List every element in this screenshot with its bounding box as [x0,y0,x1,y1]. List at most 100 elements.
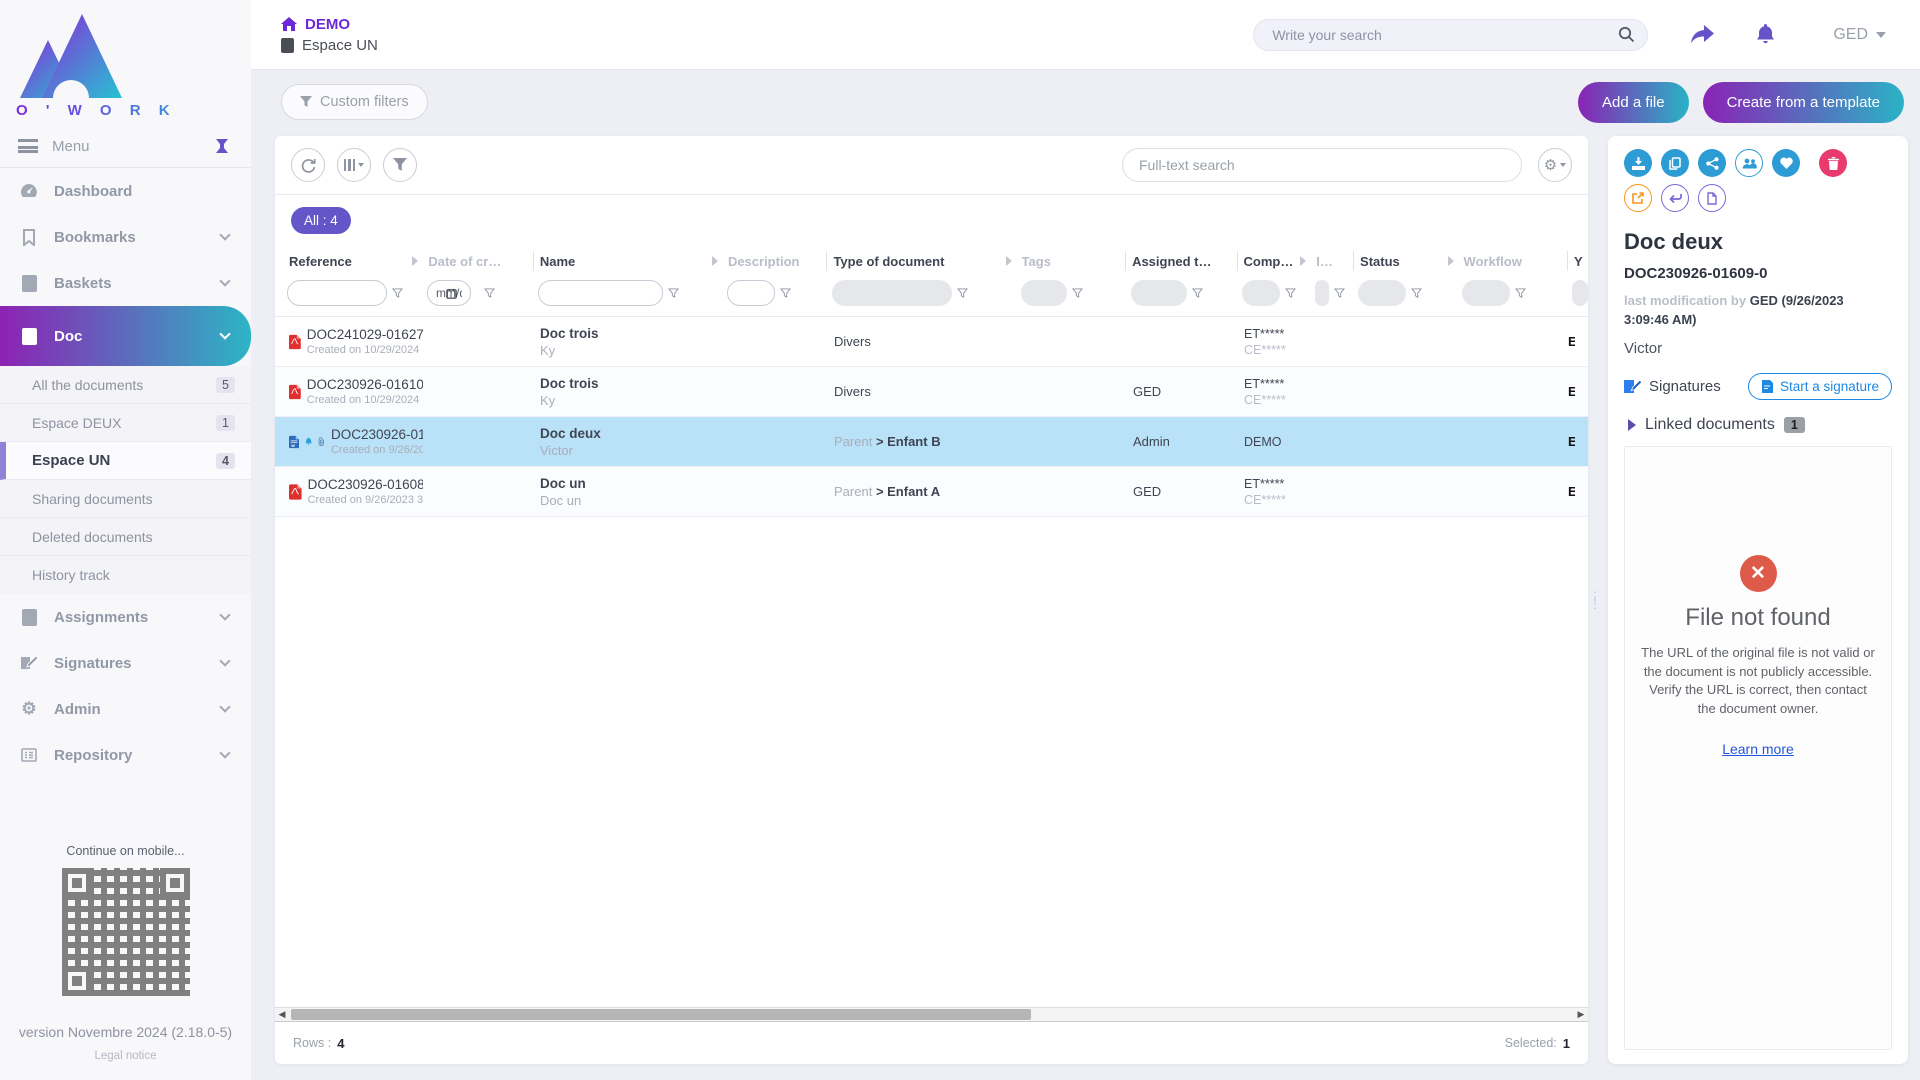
bell-icon[interactable] [1756,24,1775,45]
users-button[interactable] [1735,149,1763,177]
copy-button[interactable] [1661,149,1689,177]
fulltext-search-input[interactable] [1139,157,1505,173]
table-row-selected[interactable]: W DOC230926-01609-0 Created on 9/26/2023… [275,417,1588,467]
sidebar-item-doc[interactable]: Doc [0,306,251,366]
funnel-icon[interactable] [1192,288,1203,299]
sidebar-item-label: Admin [54,701,101,718]
filter-description-input[interactable] [727,280,775,306]
column-header-company[interactable]: Comp… [1238,251,1311,271]
submenu-all-documents[interactable]: All the documents 5 [0,366,251,404]
funnel-icon[interactable] [1072,288,1083,299]
file-preview-card: ✕ File not found The URL of the original… [1624,446,1892,1050]
funnel-icon[interactable] [392,288,403,299]
count-badge: 5 [216,377,235,393]
filter-button[interactable] [383,148,417,182]
search-icon[interactable] [1618,26,1635,43]
sidebar-item-admin[interactable]: ⚙ Admin [0,686,251,732]
pdf-file-icon [289,381,301,403]
learn-more-link[interactable]: Learn more [1722,741,1794,757]
table-footer: Rows : 4 Selected: 1 [275,1022,1588,1064]
user-menu[interactable]: GED [1833,26,1886,44]
document-preview-button[interactable] [1698,184,1726,212]
column-header-description[interactable]: Description [722,251,827,271]
funnel-icon[interactable] [780,288,791,299]
global-search-input[interactable] [1272,27,1618,43]
breadcrumb: DEMO Espace UN [281,16,378,54]
sidebar-item-baskets[interactable]: Baskets [0,260,251,306]
sidebar-item-assignments[interactable]: Assignments [0,594,251,640]
breadcrumb-page: Espace UN [302,37,378,54]
submenu-deleted-documents[interactable]: Deleted documents [0,518,251,556]
scrollbar-thumb[interactable] [291,1009,1031,1020]
menu-label: Menu [52,138,215,155]
refresh-button[interactable] [291,148,325,182]
return-button[interactable] [1661,184,1689,212]
table-row[interactable]: DOC230926-01610-3 Created on 10/29/2024 … [275,367,1588,417]
column-header-date[interactable]: Date of cr… [422,251,532,271]
fulltext-search[interactable] [1122,148,1522,182]
pin-icon[interactable] [215,138,229,154]
selected-label: Selected: [1505,1036,1557,1050]
legal-notice-link[interactable]: Legal notice [0,1050,251,1062]
document-subname: Victor [540,443,723,458]
sidebar-item-dashboard[interactable]: Dashboard [0,168,251,214]
columns-button[interactable] [337,148,371,182]
document-created: Created on 10/29/2024 10:24:21 PM [307,344,423,356]
open-external-button[interactable] [1624,184,1652,212]
scroll-right-arrow[interactable]: ▶ [1574,1009,1588,1020]
table-row[interactable]: DOC241029-01627-0 Created on 10/29/2024 … [275,317,1588,367]
submenu-history-track[interactable]: History track [0,556,251,594]
funnel-icon[interactable] [1411,288,1422,299]
share-button[interactable] [1698,149,1726,177]
submenu-espace-un[interactable]: Espace UN 4 [0,442,251,480]
favorite-button[interactable] [1772,149,1800,177]
custom-filters-button[interactable]: Custom filters [281,84,428,120]
column-header-y[interactable]: Y [1568,251,1588,271]
table-row[interactable]: DOC230926-01608-0 Created on 9/26/2023 3… [275,467,1588,517]
column-header-workflow[interactable]: Workflow [1458,251,1568,271]
sidebar-item-repository[interactable]: Repository [0,732,251,778]
column-header-type[interactable]: Type of document [827,251,1015,271]
add-file-button[interactable]: Add a file [1578,82,1689,123]
hamburger-icon[interactable] [18,139,38,153]
filter-name-input[interactable] [538,280,663,306]
global-search[interactable] [1253,19,1648,51]
download-button[interactable] [1624,149,1652,177]
funnel-icon[interactable] [1285,288,1296,299]
column-header-status[interactable]: Status [1354,251,1458,271]
horizontal-scrollbar[interactable]: ◀ ▶ [275,1007,1588,1022]
column-header-i[interactable]: I… [1310,251,1353,271]
table-filter-row [275,278,1588,317]
funnel-icon[interactable] [1334,288,1345,299]
column-header-tags[interactable]: Tags [1016,251,1126,271]
calendar-icon[interactable] [446,288,457,299]
column-header-reference[interactable]: Reference [283,251,422,271]
detail-actions-row-2 [1624,184,1892,212]
panel-resize-handle[interactable]: ⋮⋮ [1588,593,1602,607]
filter-reference-input[interactable] [287,280,387,306]
svg-text:W: W [291,443,295,448]
submenu-sharing-documents[interactable]: Sharing documents [0,480,251,518]
funnel-icon[interactable] [1515,288,1526,299]
funnel-icon[interactable] [668,288,679,299]
share-forward-icon[interactable] [1690,25,1714,45]
sidebar-item-bookmarks[interactable]: Bookmarks [0,214,251,260]
create-from-template-button[interactable]: Create from a template [1703,82,1904,123]
submenu-espace-deux[interactable]: Espace DEUX 1 [0,404,251,442]
detail-actions-row-1 [1624,149,1892,177]
start-signature-button[interactable]: Start a signature [1748,373,1892,400]
filter-chip-all[interactable]: All : 4 [291,207,351,234]
breadcrumb-root[interactable]: DEMO [305,16,350,33]
column-header-assigned[interactable]: Assigned t… [1126,251,1236,271]
delete-button[interactable] [1819,149,1847,177]
paperclip-icon [318,434,325,449]
sidebar-item-signatures[interactable]: Signatures [0,640,251,686]
document-reference: DOC230926-01609-0 [331,427,423,442]
funnel-icon[interactable] [484,288,495,299]
funnel-icon[interactable] [957,288,968,299]
table-settings-button[interactable]: ⚙ [1538,148,1572,182]
column-header-name[interactable]: Name [534,251,722,271]
linked-documents-toggle[interactable]: Linked documents 1 [1628,416,1892,434]
document-assigned: GED [1127,384,1238,399]
scroll-left-arrow[interactable]: ◀ [275,1009,289,1020]
